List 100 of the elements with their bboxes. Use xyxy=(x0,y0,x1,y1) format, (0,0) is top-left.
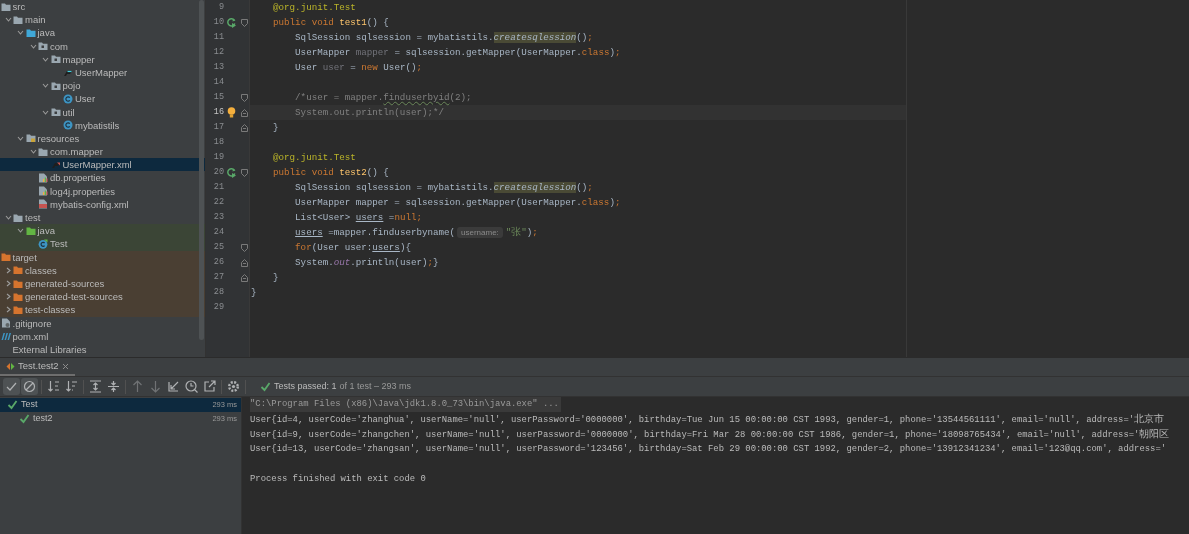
toolbar-button[interactable] xyxy=(183,378,200,395)
tree-item[interactable]: External Libraries xyxy=(0,342,205,357)
line-number: 9 xyxy=(217,1,224,14)
line-number: 27 xyxy=(212,271,224,284)
clock-icon xyxy=(185,380,198,393)
collapse-icon xyxy=(107,380,120,393)
check-icon xyxy=(19,414,30,424)
properties-file-icon xyxy=(38,186,48,197)
console-line: User{id=13, userCode='zhangsan', userName='null', userPassword='123456', birthday=Sat Feb 29 00:00:00 CST 1992, gender=2, phone='13912341234', email='123@qq.com', address=' xyxy=(250,444,1167,454)
line-number: 12 xyxy=(212,46,224,59)
folder-icon xyxy=(38,146,48,157)
line-number: 29 xyxy=(212,301,224,314)
line-number: 11 xyxy=(212,31,224,44)
run-tab[interactable]: Test.test2 xyxy=(0,358,75,376)
class-icon xyxy=(38,238,48,249)
line-number: 20 xyxy=(212,166,224,179)
code-line: @org.junit.Test xyxy=(272,151,357,165)
tree-item[interactable]: mapper xyxy=(0,52,205,66)
settings-icon xyxy=(227,380,240,393)
prohibited-icon xyxy=(23,380,36,393)
close-icon xyxy=(61,362,69,370)
run-icon[interactable] xyxy=(226,17,237,28)
tree-item[interactable]: util xyxy=(0,105,205,119)
file-icon xyxy=(0,318,11,329)
tree-item[interactable]: db.properties xyxy=(0,171,205,185)
tree-item[interactable]: UserMapper xyxy=(0,65,205,80)
xml-file-icon xyxy=(38,199,48,210)
folder-icon xyxy=(13,212,23,223)
line-number: 15 xyxy=(212,91,224,104)
tree-item[interactable]: java xyxy=(0,224,205,238)
package-icon xyxy=(50,54,61,65)
line-number: 22 xyxy=(212,196,224,209)
folder-icon xyxy=(13,14,23,25)
tree-item[interactable]: main xyxy=(0,13,205,27)
line-number: 17 xyxy=(212,121,224,134)
line-number: 14 xyxy=(212,76,224,89)
code-line: UserMapper mapper = sqlsession.getMapper(UserMapper.class); xyxy=(294,46,622,60)
code-line: public void test2() { xyxy=(272,166,390,180)
package-icon xyxy=(50,80,61,91)
status-summary: Tests passed: 1 xyxy=(274,379,337,393)
line-number: 28 xyxy=(212,286,224,299)
class-icon xyxy=(63,93,73,104)
toolbar-button[interactable] xyxy=(105,378,122,395)
code-line: User user = new User(); xyxy=(294,61,423,75)
toolbar-button[interactable] xyxy=(3,378,20,395)
status-detail: of 1 test – 293 ms xyxy=(339,379,412,393)
tree-item[interactable]: UserMapper.xml xyxy=(0,158,205,172)
tree-item[interactable]: pojo xyxy=(0,79,205,93)
folder-icon xyxy=(13,278,23,289)
expand-icon xyxy=(89,380,102,393)
code-line: System.out.println(user);} xyxy=(294,256,440,270)
folder-icon xyxy=(13,265,23,276)
package-icon xyxy=(38,41,48,52)
code-line: UserMapper mapper = sqlsession.getMapper(UserMapper.class); xyxy=(294,196,622,210)
arrow-up-icon xyxy=(131,380,144,393)
line-number: 23 xyxy=(212,211,224,224)
tree-item[interactable]: generated-test-sources xyxy=(0,290,205,304)
console-command: "C:\Program Files (x86)\Java\jdk1.8.0_73\bin\java.exe" ... xyxy=(250,397,561,412)
console-line: Process finished with exit code 0 xyxy=(250,474,426,484)
tree-item[interactable]: log4j.properties xyxy=(0,184,205,198)
toolbar-button[interactable] xyxy=(201,378,218,395)
toolbar-button[interactable] xyxy=(21,378,38,395)
maven-icon xyxy=(0,331,11,342)
code-line: users =mapper.finduserbyname( username: "张"); xyxy=(294,225,539,240)
tree-item[interactable]: Test xyxy=(0,237,205,251)
toolbar-button[interactable] xyxy=(63,378,80,395)
tree-item[interactable]: com xyxy=(0,39,205,53)
line-number: 16 xyxy=(212,106,224,119)
line-number: 10 xyxy=(212,16,224,29)
tree-item[interactable]: mybatis-config.xml xyxy=(0,197,205,211)
toolbar-button[interactable] xyxy=(225,378,242,395)
tree-item[interactable]: mybatistils xyxy=(0,118,205,132)
tree-item[interactable]: User xyxy=(0,92,205,106)
scrollbar[interactable] xyxy=(199,0,204,340)
toolbar-button[interactable] xyxy=(87,378,104,395)
lightbulb-icon[interactable] xyxy=(227,107,236,118)
tree-item[interactable]: test-classes xyxy=(0,303,205,317)
tree-item[interactable]: pom.xml xyxy=(0,329,205,343)
tree-item[interactable]: .gitignore xyxy=(0,316,205,330)
line-number: 13 xyxy=(212,61,224,74)
code-line: SqlSession sqlsession = mybatistils.createsqlession(); xyxy=(294,31,594,45)
tree-item[interactable]: resources xyxy=(0,131,205,146)
toolbar-button[interactable] xyxy=(45,378,62,395)
line-number: 19 xyxy=(212,151,224,164)
export-icon xyxy=(203,380,216,393)
code-line: public void test1() { xyxy=(272,16,390,30)
line-number: 26 xyxy=(212,256,224,269)
code-line: } xyxy=(272,121,280,135)
tree-item[interactable]: test xyxy=(0,211,205,225)
code-line: @org.junit.Test xyxy=(272,1,357,15)
tree-item[interactable]: src xyxy=(0,0,205,14)
line-number: 24 xyxy=(212,226,224,239)
run-icon[interactable] xyxy=(226,167,237,178)
sort-icon xyxy=(65,380,78,393)
line-number: 18 xyxy=(212,136,224,149)
folder-icon xyxy=(13,304,23,315)
class-icon xyxy=(63,120,73,131)
tree-item[interactable]: com.mapper xyxy=(0,145,205,159)
tree-item[interactable]: java xyxy=(0,26,205,40)
run-config-icon xyxy=(6,361,15,371)
